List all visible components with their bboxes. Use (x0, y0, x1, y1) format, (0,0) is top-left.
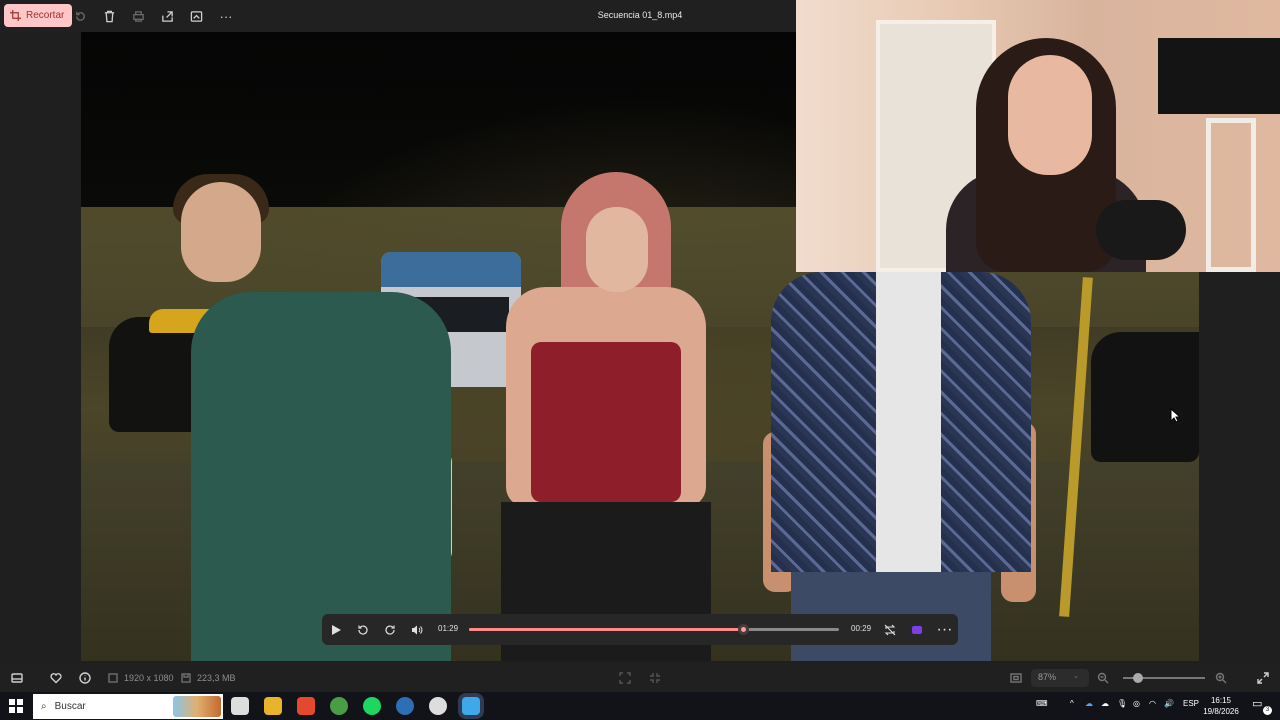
taskbar-chrome-icon[interactable] (330, 697, 348, 715)
share-icon[interactable] (159, 8, 175, 24)
info-icon[interactable] (78, 671, 92, 685)
file-title: Secuencia 01_8.mp4 (597, 10, 683, 20)
taskbar-photos-icon[interactable] (462, 697, 480, 715)
forward-30-icon[interactable] (382, 622, 397, 637)
rewind-10-icon[interactable] (355, 622, 370, 637)
play-icon[interactable] (328, 622, 343, 637)
seek-thumb[interactable] (737, 624, 749, 635)
player-more-icon[interactable]: ··· (937, 621, 953, 638)
crop-icon (10, 10, 21, 21)
zoom-out-icon[interactable] (1096, 671, 1110, 685)
photos-app-window: Recortar ··· Secuencia 01_8.mp4 01:29 00… (0, 0, 1280, 720)
repeat-off-icon[interactable] (882, 622, 897, 637)
taskbar-obs-icon[interactable] (429, 697, 447, 715)
wifi-icon[interactable]: ◠ (1149, 699, 1156, 708)
speaker-icon[interactable]: 🔊 (1164, 699, 1174, 708)
mouse-cursor-icon (1170, 408, 1180, 423)
delete-icon[interactable] (101, 8, 117, 24)
resolution-icon (106, 671, 120, 685)
show-hidden-icons-chevron-icon[interactable]: ^ (1070, 699, 1074, 708)
filmstrip-icon[interactable] (10, 671, 24, 685)
zoom-slider[interactable] (1123, 673, 1205, 683)
player-controls: 01:29 00:29 ··· (322, 614, 958, 645)
zoom-slider-knob[interactable] (1132, 673, 1143, 683)
seek-fill (469, 628, 743, 631)
taskbar-search-box[interactable]: ⌕ Buscar (33, 694, 223, 719)
search-highlight-image (173, 696, 221, 717)
rotate-icon[interactable] (72, 8, 88, 24)
actual-size-icon[interactable] (648, 671, 662, 685)
onedrive-cloud-icon[interactable]: ☁ (1085, 699, 1093, 708)
elapsed-time: 01:29 (438, 624, 459, 633)
language-indicator[interactable]: ESP (1183, 699, 1199, 708)
crop-button-label: Recortar (26, 10, 65, 21)
taskbar-clock[interactable]: 16:15 19/8/2026 (1201, 695, 1241, 717)
seek-bar[interactable] (469, 624, 839, 635)
windows-taskbar: ⌕ Buscar ⌨ ^ ☁ ☁ 🎙 ◎ ◠ 🔊 ESP 16:15 19/8/… (0, 692, 1280, 720)
remaining-time: 00:29 (851, 624, 872, 633)
clipchamp-icon[interactable] (909, 622, 924, 637)
chevron-down-icon: ⌄ (1073, 673, 1079, 680)
fit-icon[interactable] (1009, 671, 1023, 685)
taskbar-spotify-icon[interactable] (363, 697, 381, 715)
zoom-level-dropdown[interactable]: 87% ⌄ (1031, 669, 1089, 687)
fit-to-window-icon[interactable] (618, 671, 632, 685)
more-options-icon[interactable]: ··· (218, 8, 234, 24)
keyboard-icon[interactable]: ⌨ (1036, 699, 1048, 708)
windows-start-icon[interactable] (8, 698, 24, 714)
print-icon[interactable] (130, 8, 146, 24)
zoom-level-text: 87% (1038, 672, 1057, 682)
file-size-icon (179, 671, 193, 685)
taskbar-brave-browser-icon[interactable] (297, 697, 315, 715)
fullscreen-icon[interactable] (1256, 671, 1270, 685)
taskbar-task-view-icon[interactable] (231, 697, 249, 715)
status-bar: 1920 x 1080 223,3 MB 87% ⌄ (0, 663, 1280, 692)
clock-date: 19/8/2026 (1203, 707, 1239, 716)
network-cloud-icon[interactable]: ☁ (1101, 699, 1109, 708)
volume-icon[interactable] (409, 622, 424, 637)
taskbar-app-blue-icon[interactable] (396, 697, 414, 715)
webcam-overlay (796, 0, 1280, 272)
notification-count-badge: 3 (1263, 706, 1272, 715)
notifications-icon[interactable]: ▭ (1252, 697, 1262, 710)
file-size-text: 223,3 MB (197, 673, 236, 683)
search-icon: ⌕ (41, 701, 47, 712)
crop-button[interactable]: Recortar (4, 4, 73, 27)
taskbar-file-explorer-icon[interactable] (264, 697, 282, 715)
favorite-heart-icon[interactable] (49, 671, 63, 685)
microphone-icon[interactable]: 🎙 (1117, 699, 1127, 708)
search-placeholder: Buscar (54, 701, 86, 712)
zoom-in-icon[interactable] (1214, 671, 1228, 685)
resolution-text: 1920 x 1080 (124, 673, 174, 683)
app-tray-icon[interactable]: ◎ (1133, 699, 1140, 708)
clock-time: 16:15 (1210, 696, 1232, 705)
edit-image-icon[interactable] (188, 8, 204, 24)
parked-car-right (1091, 332, 1199, 462)
